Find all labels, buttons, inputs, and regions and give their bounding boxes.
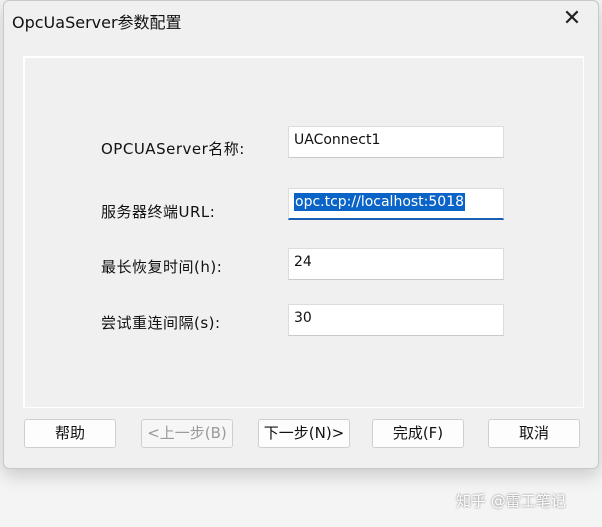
settings-group-box — [23, 56, 584, 408]
close-icon[interactable]: ✕ — [560, 7, 584, 31]
max-recovery-input[interactable]: 24 — [288, 248, 504, 280]
help-button[interactable]: 帮助 — [24, 419, 116, 448]
prev-button[interactable]: <上一步(B) — [141, 419, 233, 448]
config-dialog: OpcUaServer参数配置 ✕ OPCUAServer名称: UAConne… — [3, 0, 599, 469]
watermark: 知乎 @雷工笔记 — [456, 492, 566, 510]
server-name-input[interactable]: UAConnect1 — [288, 126, 504, 158]
retry-interval-value: 30 — [294, 310, 312, 326]
retry-interval-input[interactable]: 30 — [288, 304, 504, 336]
url-label: 服务器终端URL: — [101, 203, 216, 221]
next-button[interactable]: 下一步(N)> — [258, 419, 350, 448]
server-name-label: OPCUAServer名称: — [101, 140, 245, 158]
url-value: opc.tcp://localhost:5018 — [294, 193, 466, 211]
max-recovery-value: 24 — [294, 254, 312, 270]
url-input[interactable]: opc.tcp://localhost:5018 — [288, 188, 504, 220]
max-recovery-label: 最长恢复时间(h): — [101, 258, 223, 276]
retry-interval-label: 尝试重连间隔(s): — [101, 314, 221, 332]
window-title: OpcUaServer参数配置 — [12, 13, 182, 32]
cancel-button[interactable]: 取消 — [488, 419, 580, 448]
finish-button[interactable]: 完成(F) — [372, 419, 464, 448]
server-name-value: UAConnect1 — [294, 132, 381, 148]
